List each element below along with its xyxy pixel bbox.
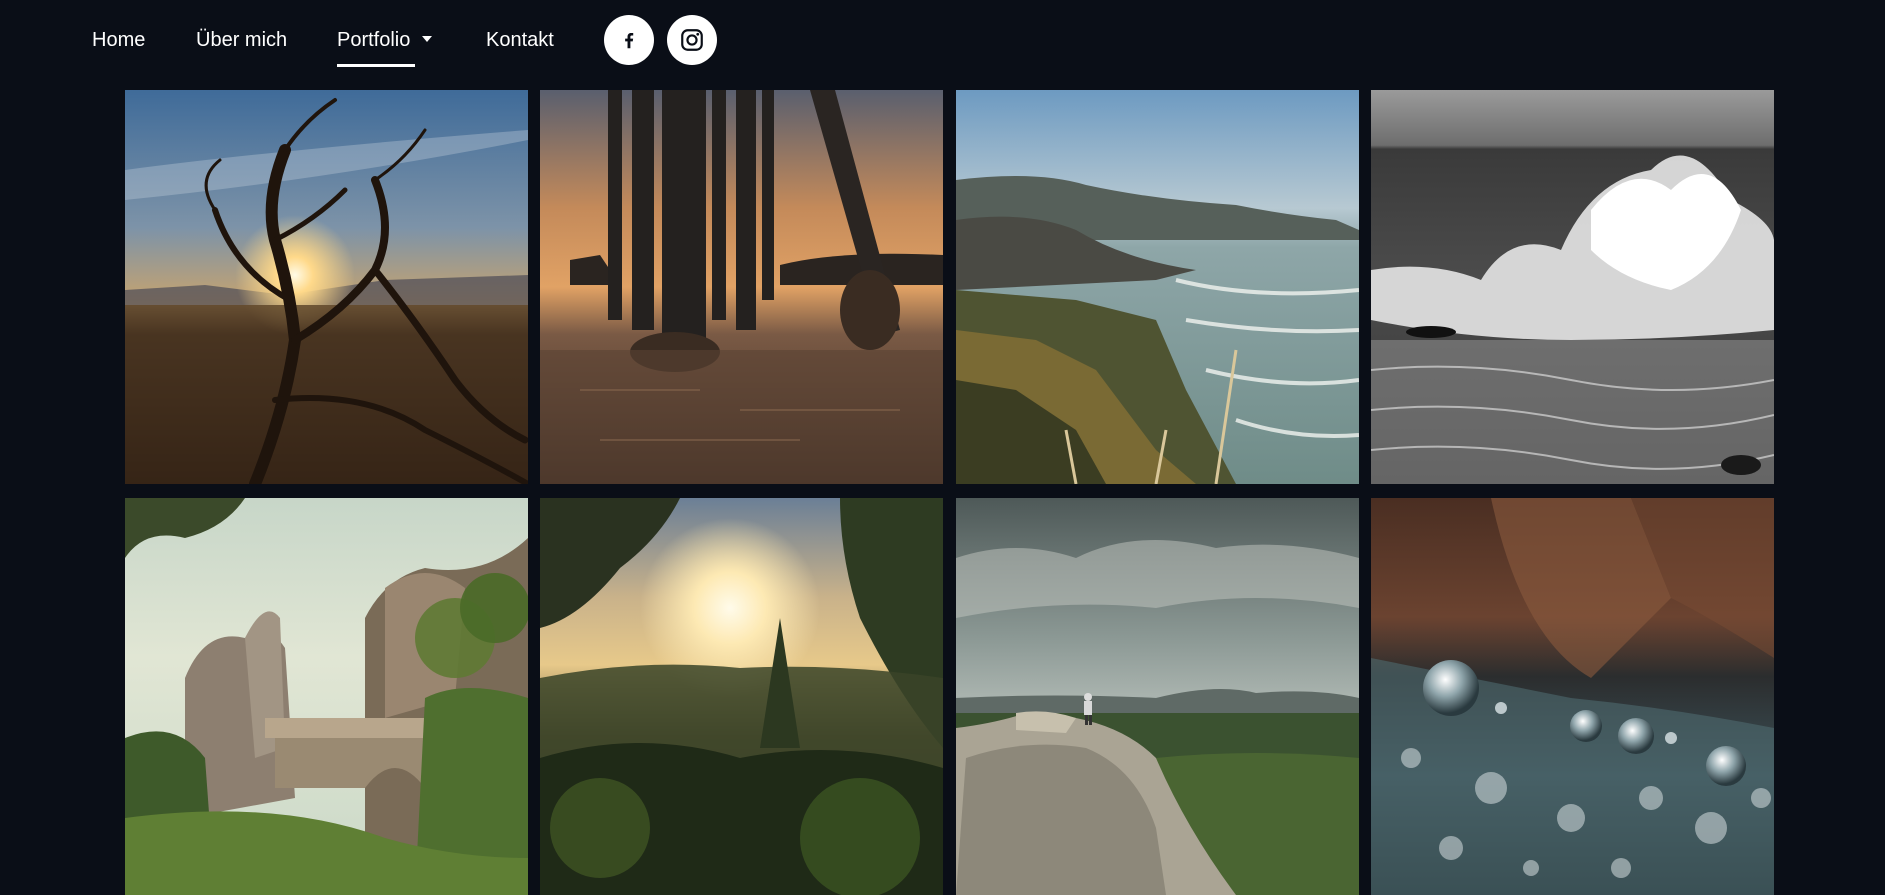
wave-image xyxy=(1371,90,1774,484)
gallery-photo-tree-sunset[interactable] xyxy=(125,90,528,484)
gallery-photo-wave[interactable] xyxy=(1371,90,1774,484)
facebook-icon xyxy=(625,32,634,49)
nav-item-portfolio-label: Portfolio xyxy=(337,29,411,51)
instagram-icon xyxy=(681,29,703,51)
forest-sunset-image xyxy=(540,498,943,895)
gallery-photo-coast[interactable] xyxy=(956,90,1359,484)
facebook-button[interactable] xyxy=(604,15,654,65)
rock-bridge-image xyxy=(125,498,528,895)
gallery-photo-hiker[interactable] xyxy=(956,498,1359,895)
coast-image xyxy=(956,90,1359,484)
gallery-photo-droplets[interactable] xyxy=(1371,498,1774,895)
gallery-photo-forest-sunset[interactable] xyxy=(540,498,943,895)
nav-item-home[interactable]: Home xyxy=(92,28,145,52)
main-navigation: Home Über mich Portfolio Kontakt xyxy=(0,0,1885,80)
hiker-image xyxy=(956,498,1359,895)
tree-sunset-image xyxy=(125,90,528,484)
nav-item-portfolio[interactable]: Portfolio xyxy=(337,28,433,67)
nav-item-contact[interactable]: Kontakt xyxy=(486,28,554,52)
gallery-photo-pier[interactable] xyxy=(540,90,943,484)
gallery-photo-rock-bridge[interactable] xyxy=(125,498,528,895)
droplets-image xyxy=(1371,498,1774,895)
chevron-down-icon xyxy=(422,35,433,42)
nav-item-about[interactable]: Über mich xyxy=(196,28,287,52)
instagram-button[interactable] xyxy=(667,15,717,65)
hiker-figure xyxy=(1084,693,1092,725)
pier-image xyxy=(540,90,943,484)
